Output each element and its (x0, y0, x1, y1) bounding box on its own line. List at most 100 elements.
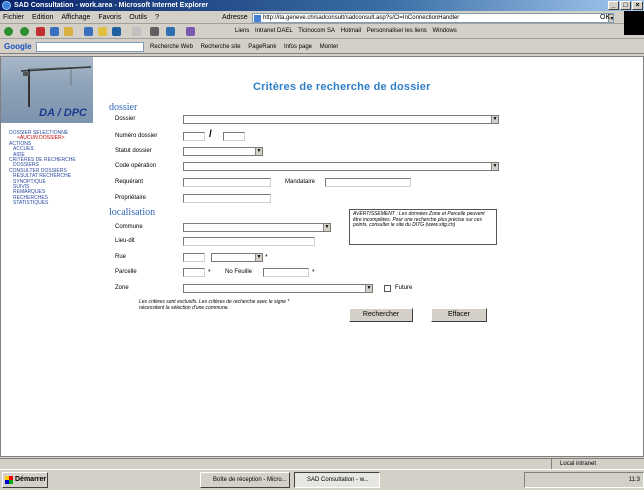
page-title: Critères de recherche de dossier (253, 81, 431, 93)
start-button[interactable]: Démarrer (2, 472, 48, 488)
crane-icon (21, 66, 91, 107)
warning-box: AVERTISSEMENT : Les données Zone et Parc… (349, 209, 497, 245)
required-mark: * (265, 254, 268, 261)
zone-label: Zone (115, 285, 129, 291)
link-personnaliser[interactable]: Personnaliser les liens (367, 28, 427, 34)
taskbar: Démarrer Boîte de réception - Micro... S… (0, 469, 644, 490)
parcelle-field[interactable] (183, 268, 205, 277)
minimize-button[interactable]: _ (608, 1, 619, 10)
link-intranet-dael[interactable]: Intranet DAEL (255, 28, 293, 34)
section-localisation: localisation (109, 207, 156, 218)
search-button[interactable]: Rechercher (349, 308, 413, 322)
dossier-select[interactable]: ▼ (183, 115, 499, 124)
google-toolbar: Google Recherche Web Recherche site Page… (0, 40, 644, 54)
google-monter[interactable]: Monter (320, 44, 339, 50)
warning-text: AVERTISSEMENT : Les données Zone et Parc… (353, 211, 485, 229)
title-bar: SAD Consultation - work.area - Microsoft… (0, 0, 644, 11)
proprietaire-label: Propriétaire (115, 195, 147, 201)
chevron-down-icon: ▼ (255, 148, 262, 155)
rue-select[interactable]: ▼ (211, 253, 263, 262)
rue-label: Rue (115, 254, 127, 260)
mail-icon[interactable] (132, 27, 141, 36)
close-button[interactable]: × (632, 1, 643, 10)
parcelle-label: Parcelle (115, 269, 137, 275)
links-bar: Liens Intranet DAEL Ticinocom SA Hotmail… (235, 24, 461, 39)
lieu-dit-label: Lieu-dit (115, 238, 135, 244)
numero-dossier-field-1[interactable] (183, 132, 205, 141)
system-tray: 11:3 (524, 472, 644, 488)
future-checkbox[interactable] (384, 285, 391, 292)
future-label: Future (395, 285, 413, 291)
task-sad-consultation[interactable]: SAD Consultation - w... (294, 472, 380, 488)
commune-select[interactable]: ▼ (183, 223, 331, 232)
no-feuille-label: No Feuille (225, 269, 253, 275)
refresh-icon[interactable] (50, 27, 59, 36)
code-operation-select[interactable]: ▼ (183, 162, 499, 171)
statut-dossier-label: Statut dossier (115, 148, 152, 154)
chevron-down-icon: ▼ (323, 224, 330, 231)
go-button[interactable]: OK (600, 13, 610, 23)
menu-edition[interactable]: Edition (29, 11, 56, 24)
google-tools: Recherche Web Recherche site PageRank In… (150, 40, 344, 54)
menu-outils[interactable]: Outils (126, 11, 150, 24)
zone-select[interactable]: ▼ (183, 284, 373, 293)
home-icon[interactable] (64, 27, 73, 36)
page-content: DA / DPC Dossier sélectionné <aucun dossi… (0, 56, 644, 457)
required-mark: * (208, 269, 211, 276)
sidebar-item[interactable]: Statistiques (9, 200, 76, 206)
required-mark: * (312, 269, 315, 276)
menu-favoris[interactable]: Favoris (95, 11, 124, 24)
rue-numero-field[interactable] (183, 253, 205, 262)
links-label: Liens (235, 28, 250, 34)
no-feuille-field[interactable] (263, 268, 309, 277)
statut-dossier-select[interactable]: ▼ (183, 147, 263, 156)
forward-icon[interactable] (20, 27, 29, 36)
proprietaire-field[interactable] (183, 194, 271, 203)
menu-fichier[interactable]: Fichier (0, 11, 27, 24)
menu-affichage[interactable]: Affichage (58, 11, 93, 24)
google-pagerank: PageRank (248, 44, 277, 50)
edit-icon[interactable] (166, 27, 175, 36)
mandataire-field[interactable] (325, 178, 411, 187)
print-icon[interactable] (150, 27, 159, 36)
search-icon[interactable] (84, 27, 93, 36)
requerant-label: Requérant (115, 179, 144, 185)
da-dpc-logo: DA / DPC (39, 107, 87, 119)
numero-separator: / (209, 129, 212, 140)
page-icon (254, 15, 261, 22)
messenger-icon[interactable] (186, 27, 195, 36)
numero-dossier-field-2[interactable] (223, 132, 245, 141)
commune-label: Commune (115, 224, 143, 230)
status-text (0, 461, 4, 467)
history-icon[interactable] (112, 27, 121, 36)
mandataire-label: Mandataire (285, 179, 316, 185)
status-bar: Local intranet (0, 458, 644, 470)
google-search-input[interactable] (36, 42, 144, 52)
google-infos-page[interactable]: Infos page (284, 44, 312, 50)
google-recherche-site[interactable]: Recherche site (201, 44, 241, 50)
google-recherche-web[interactable]: Recherche Web (150, 44, 193, 50)
favorites-icon[interactable] (98, 27, 107, 36)
sidebar: DA / DPC Dossier sélectionné <aucun dossi… (1, 57, 93, 456)
task-inbox[interactable]: Boîte de réception - Micro... (200, 472, 290, 488)
chevron-down-icon: ▼ (255, 254, 262, 261)
clear-button[interactable]: Effacer (431, 308, 487, 322)
section-dossier: dossier (109, 102, 138, 113)
banner-image: DA / DPC (1, 57, 93, 123)
link-hotmail[interactable]: Hotmail (341, 28, 361, 34)
address-bar: Adresse http://ita.geneve.ch/sadconsult/… (222, 13, 614, 23)
numero-dossier-label: Numéro dossier (115, 133, 158, 139)
lieu-dit-field[interactable] (183, 237, 315, 246)
address-label: Adresse (222, 14, 248, 21)
sidebar-nav: Dossier sélectionné <aucun dossier> Action… (9, 130, 76, 207)
windows-flag-icon (5, 476, 13, 484)
stop-icon[interactable] (36, 27, 45, 36)
criteria-note: Les critères sont exclusifs. Les critère… (139, 299, 309, 311)
menu-help[interactable]: ? (152, 11, 162, 24)
address-input[interactable]: http://ita.geneve.ch/sadconsult/sadconsu… (252, 13, 614, 23)
maximize-button[interactable]: □ (620, 1, 631, 10)
link-ticinocom[interactable]: Ticinocom SA (298, 28, 335, 34)
link-windows[interactable]: Windows (432, 28, 456, 34)
back-icon[interactable] (4, 27, 13, 36)
requerant-field[interactable] (183, 178, 271, 187)
